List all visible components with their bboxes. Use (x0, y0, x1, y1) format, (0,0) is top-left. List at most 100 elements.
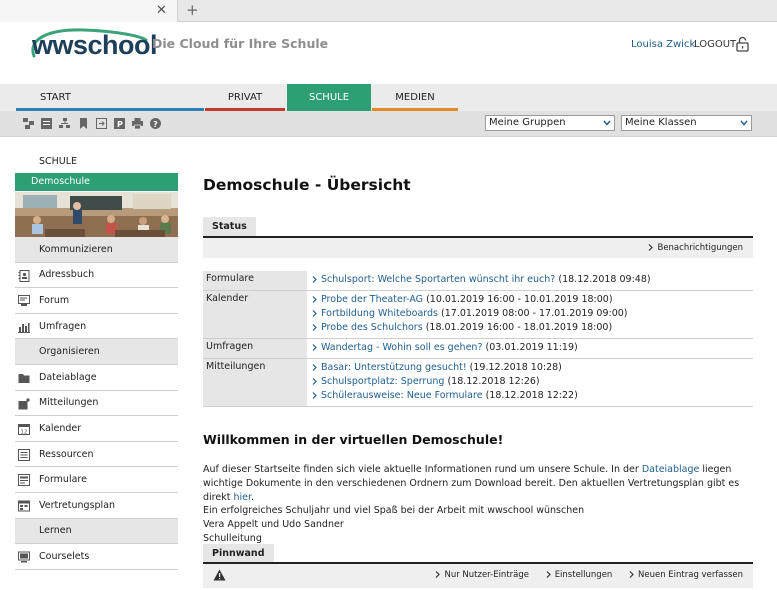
welcome-text-part: Auf dieser Startseite finden sich viele … (203, 464, 642, 475)
entry-link[interactable]: Schulsport: Welche Sportarten wünscht ih… (321, 274, 555, 285)
action-label: Neuen Eintrag verfassen (638, 570, 743, 580)
close-tab-icon[interactable]: ✕ (156, 3, 167, 19)
export-icon[interactable] (96, 118, 107, 129)
warning-icon[interactable] (213, 569, 226, 581)
nav-tab-privat[interactable]: PRIVAT (205, 84, 285, 111)
list-item: Probe des Schulchors (18.01.2019 16:00 -… (312, 321, 753, 335)
sidebar-item-dateiablage[interactable]: Dateiablage (15, 365, 178, 391)
sidebar-group-lernen: Lernen (15, 518, 178, 545)
pinnwand-tab: Pinnwand (203, 544, 274, 563)
list-item: Probe der Theater-AG (10.01.2019 16:00 -… (312, 293, 753, 307)
notifications-label: Benachrichtigungen (657, 243, 743, 253)
browser-tab-strip: ✕ + (0, 0, 777, 22)
entry-date: (18.01.2019 16:00 - 18.01.2019 18:00) (425, 322, 613, 333)
welcome-line: Ein erfolgreiches Schuljahr und viel Spa… (203, 505, 585, 517)
sidebar-item-mitteilungen[interactable]: Mitteilungen (15, 391, 178, 417)
chevron-right-icon (312, 364, 317, 371)
logo[interactable]: wwschool (32, 30, 158, 61)
help-icon[interactable]: ? (150, 118, 161, 129)
sidebar-group-organisieren: Organisieren (15, 339, 178, 365)
courselets-icon (18, 551, 30, 563)
welcome-text: Auf dieser Startseite finden sich viele … (203, 463, 763, 546)
sidebar-item-ressourcen[interactable]: Ressourcen (15, 442, 178, 468)
network-icon[interactable] (23, 118, 34, 129)
entry-link[interactable]: Basar: Unterstützung gesucht! (321, 362, 467, 373)
nav-tab-label: START (40, 92, 71, 103)
groups-select-value: Meine Gruppen (489, 117, 566, 128)
sidebar-item-label: Ressourcen (39, 448, 94, 460)
lock-icon[interactable] (736, 36, 749, 52)
logout-link[interactable]: LOGOUT (694, 39, 736, 50)
entry-link[interactable]: Fortbildung Whiteboards (321, 308, 438, 319)
chevron-right-icon (312, 276, 317, 283)
list-item: Schulsport: Welche Sportarten wünscht ih… (312, 273, 753, 287)
page-title: Demoschule - Übersicht (203, 176, 411, 194)
classes-select[interactable]: Meine Klassen (621, 115, 752, 131)
svg-text:?: ? (153, 120, 158, 129)
calendar-icon: 12 (18, 424, 30, 436)
notifications-link[interactable]: Benachrichtigungen (648, 243, 743, 253)
main-navigation: START PRIVAT SCHULE MEDIEN (0, 84, 777, 111)
entry-link[interactable]: Schülerausweise: Neue Formulare (321, 390, 483, 401)
bookmark-icon[interactable] (78, 118, 89, 129)
list-item: Schulsportplatz: Sperrung (18.12.2018 12… (312, 375, 753, 389)
browser-tab[interactable]: ✕ (0, 0, 178, 22)
site-header: wwschool Die Cloud für Ihre Schule Louis… (0, 22, 777, 84)
entry-link[interactable]: Probe des Schulchors (321, 322, 423, 333)
new-tab-icon[interactable]: + (186, 2, 199, 18)
list-icon[interactable] (41, 118, 52, 129)
chevron-down-icon (603, 120, 611, 126)
chevron-right-icon (649, 244, 654, 251)
status-category: Mitteilungen (203, 358, 307, 407)
user-name-link[interactable]: Louisa Zwick (631, 39, 695, 50)
chevron-right-icon (312, 378, 317, 385)
svg-text:P: P (117, 120, 123, 129)
welcome-paragraph: Auf dieser Startseite finden sich viele … (203, 463, 763, 504)
schedule-icon (18, 500, 30, 512)
sidebar-item-forum[interactable]: Forum (15, 288, 178, 314)
user-entries-link[interactable]: Nur Nutzer-Einträge (435, 570, 529, 580)
table-row: Mitteilungen Basar: Unterstützung gesuch… (203, 358, 753, 407)
sidebar-menu: Kommunizieren Adressbuch Forum Umfragen … (15, 237, 178, 570)
groups-select[interactable]: Meine Gruppen (485, 115, 615, 131)
entry-link[interactable]: Probe der Theater-AG (321, 294, 423, 305)
sidebar-group-label: Lernen (39, 525, 72, 537)
sidebar-item-umfragen[interactable]: Umfragen (15, 314, 178, 340)
new-entry-link[interactable]: Neuen Eintrag verfassen (629, 570, 743, 580)
settings-link[interactable]: Einstellungen (546, 570, 612, 580)
chevron-right-icon (312, 324, 317, 331)
status-entries: Basar: Unterstützung gesucht! (19.12.201… (307, 358, 753, 407)
print-icon[interactable] (132, 118, 143, 129)
nav-tab-schule[interactable]: SCHULE (287, 84, 371, 111)
sidebar-item-formulare[interactable]: Formulare (15, 467, 178, 493)
entry-link[interactable]: Schulsportplatz: Sperrung (321, 376, 444, 387)
table-row: Kalender Probe der Theater-AG (10.01.201… (203, 290, 753, 339)
p-icon[interactable]: P (114, 118, 125, 129)
pinnwand-actions: Nur Nutzer-Einträge Einstellungen Neuen … (421, 570, 743, 580)
forum-icon (18, 295, 30, 307)
nav-tab-medien[interactable]: MEDIEN (372, 84, 458, 111)
sidebar-item-label: Forum (39, 294, 70, 306)
status-table: Formulare Schulsport: Welche Sportarten … (203, 271, 753, 407)
sidebar-item-courselets[interactable]: Courselets (15, 544, 178, 570)
entry-date: (18.12.2018 09:48) (558, 274, 651, 285)
sidebar-item-kalender[interactable]: 12 Kalender (15, 416, 178, 442)
tagline: Die Cloud für Ihre Schule (152, 36, 329, 51)
list-item: Fortbildung Whiteboards (17.01.2019 08:0… (312, 307, 753, 321)
entry-date: (03.01.2019 11:19) (485, 342, 578, 353)
vertretungsplan-link[interactable]: hier (233, 492, 251, 503)
sidebar-item-adressbuch[interactable]: Adressbuch (15, 263, 178, 289)
nav-tab-start[interactable]: START (16, 84, 204, 111)
sidebar-item-label: Mitteilungen (39, 397, 99, 409)
status-entries: Probe der Theater-AG (10.01.2019 16:00 -… (307, 290, 753, 339)
status-category: Umfragen (203, 338, 307, 359)
entry-link[interactable]: Wandertag - Wohin soll es gehen? (321, 342, 482, 353)
chevron-right-icon (312, 296, 317, 303)
sidebar-item-demoschule[interactable]: Demoschule (15, 173, 178, 191)
sidebar-item-vertretungsplan[interactable]: Vertretungsplan (15, 493, 178, 519)
dateiablage-link[interactable]: Dateiablage (642, 464, 700, 475)
resources-icon (18, 448, 30, 461)
chevron-down-icon (740, 120, 748, 126)
tree-icon[interactable] (59, 118, 70, 129)
entry-date: (18.12.2018 12:22) (485, 390, 578, 401)
